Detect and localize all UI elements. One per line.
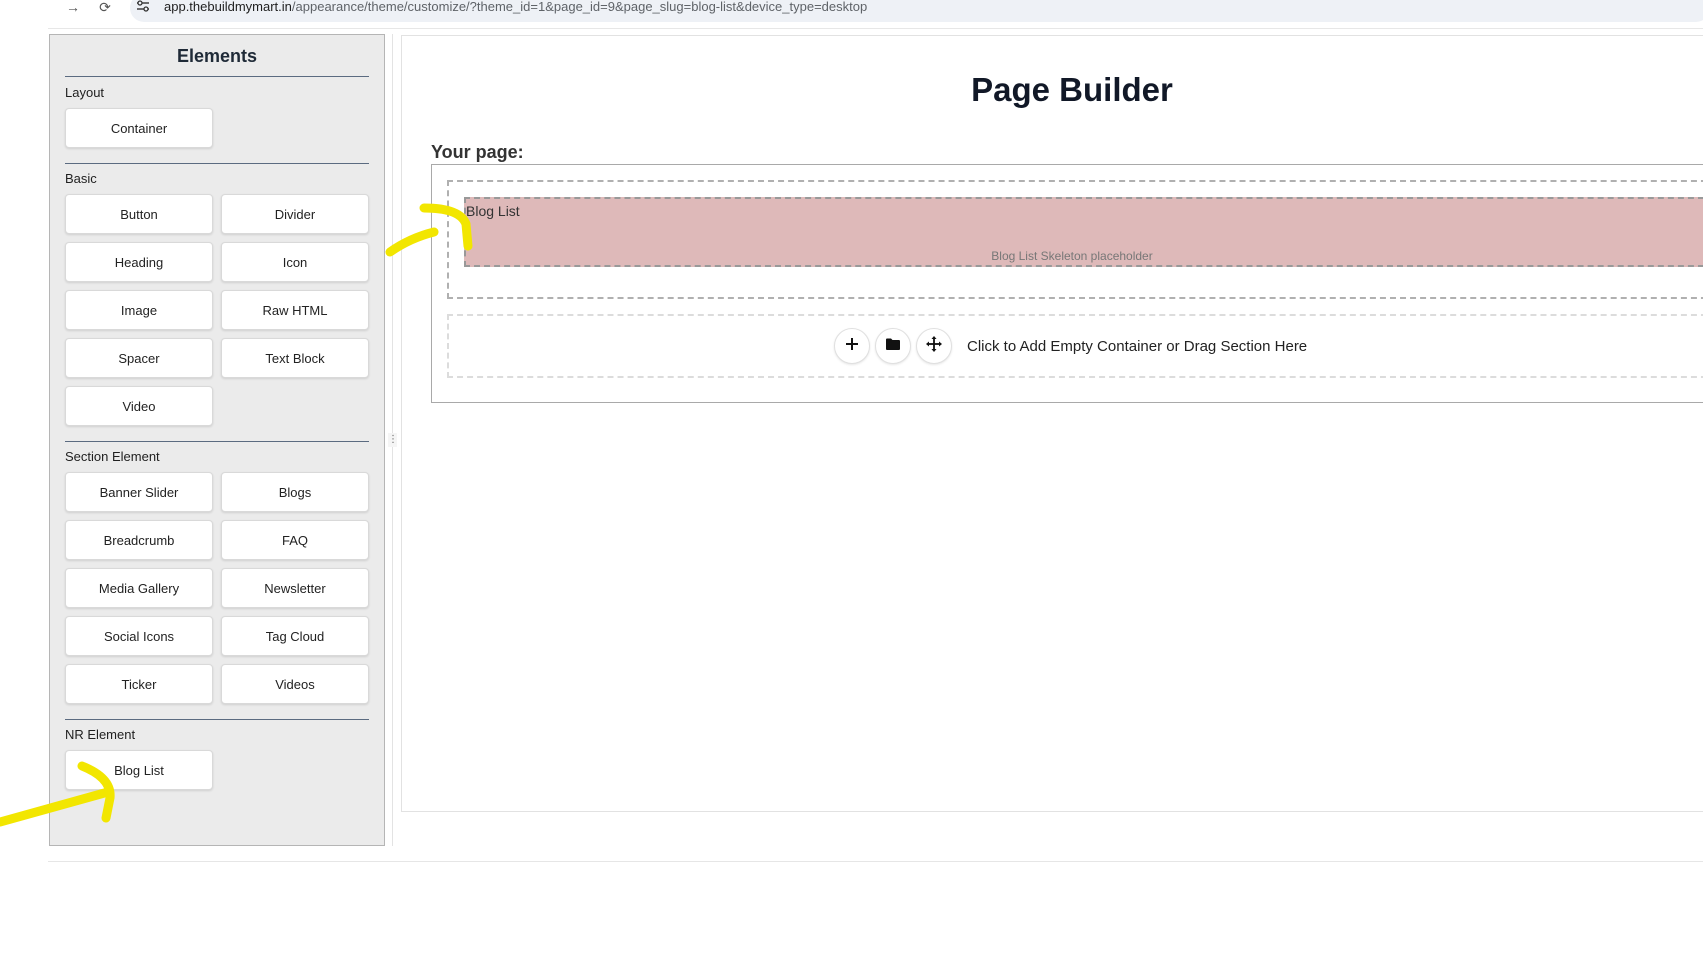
element-tag-cloud-button[interactable]: Tag Cloud (221, 616, 369, 656)
reload-icon[interactable]: ⟳ (96, 0, 114, 16)
element-breadcrumb-button[interactable]: Breadcrumb (65, 520, 213, 560)
open-saved-section-button[interactable] (875, 328, 911, 364)
url-text[interactable]: app.thebuildmymart.in/appearance/theme/c… (164, 0, 867, 14)
move-icon (926, 335, 942, 357)
element-container-button[interactable]: Container (65, 108, 213, 148)
section-label-nr-element: NR Element (65, 727, 136, 742)
elements-sidebar: Elements Layout Container Basic Button D… (49, 34, 385, 846)
builder-canvas (401, 35, 1703, 812)
element-button-button[interactable]: Button (65, 194, 213, 234)
page-title: Page Builder (971, 71, 1173, 108)
element-raw-html-button[interactable]: Raw HTML (221, 290, 369, 330)
section-divider (65, 719, 369, 720)
your-page-label: Your page: (431, 142, 524, 162)
url-path: /appearance/theme/customize/?theme_id=1&… (291, 0, 868, 14)
element-spacer-button[interactable]: Spacer (65, 338, 213, 378)
element-image-button[interactable]: Image (65, 290, 213, 330)
divider (48, 861, 1703, 862)
site-settings-icon[interactable] (136, 0, 152, 14)
section-label-layout: Layout (65, 85, 105, 100)
element-videos-button[interactable]: Videos (221, 664, 369, 704)
folder-icon (885, 337, 901, 356)
element-icon-button[interactable]: Icon (221, 242, 369, 282)
drag-section-button[interactable] (916, 328, 952, 364)
element-blogs-button[interactable]: Blogs (221, 472, 369, 512)
section-label-basic: Basic (65, 171, 97, 186)
section-divider (65, 163, 369, 164)
element-video-button[interactable]: Video (65, 386, 213, 426)
element-ticker-button[interactable]: Ticker (65, 664, 213, 704)
sidebar-title: Elements (176, 46, 258, 66)
add-container-hint: Click to Add Empty Container or Drag Sec… (967, 338, 1308, 355)
plus-icon (845, 337, 859, 356)
element-faq-button[interactable]: FAQ (221, 520, 369, 560)
section-label-section-element: Section Element (65, 449, 160, 464)
blog-list-block-label: Blog List (466, 203, 520, 219)
forward-icon[interactable]: → (64, 0, 82, 16)
section-divider (65, 76, 369, 77)
element-newsletter-button[interactable]: Newsletter (221, 568, 369, 608)
element-divider-button[interactable]: Divider (221, 194, 369, 234)
element-text-block-button[interactable]: Text Block (221, 338, 369, 378)
browser-toolbar: → ⟳ app.thebuildmymart.in/appearance/the… (0, 0, 1703, 22)
grip-icon[interactable]: ⋮ (388, 433, 398, 447)
url-host: app.thebuildmymart.in (164, 0, 292, 14)
element-heading-button[interactable]: Heading (65, 242, 213, 282)
element-banner-slider-button[interactable]: Banner Slider (65, 472, 213, 512)
element-social-icons-button[interactable]: Social Icons (65, 616, 213, 656)
element-media-gallery-button[interactable]: Media Gallery (65, 568, 213, 608)
blog-list-placeholder: Blog List Skeleton placeholder (991, 249, 1153, 263)
section-divider (65, 441, 369, 442)
divider (48, 28, 1703, 29)
add-container-button[interactable] (834, 328, 870, 364)
element-blog-list-button[interactable]: Blog List (65, 750, 213, 790)
